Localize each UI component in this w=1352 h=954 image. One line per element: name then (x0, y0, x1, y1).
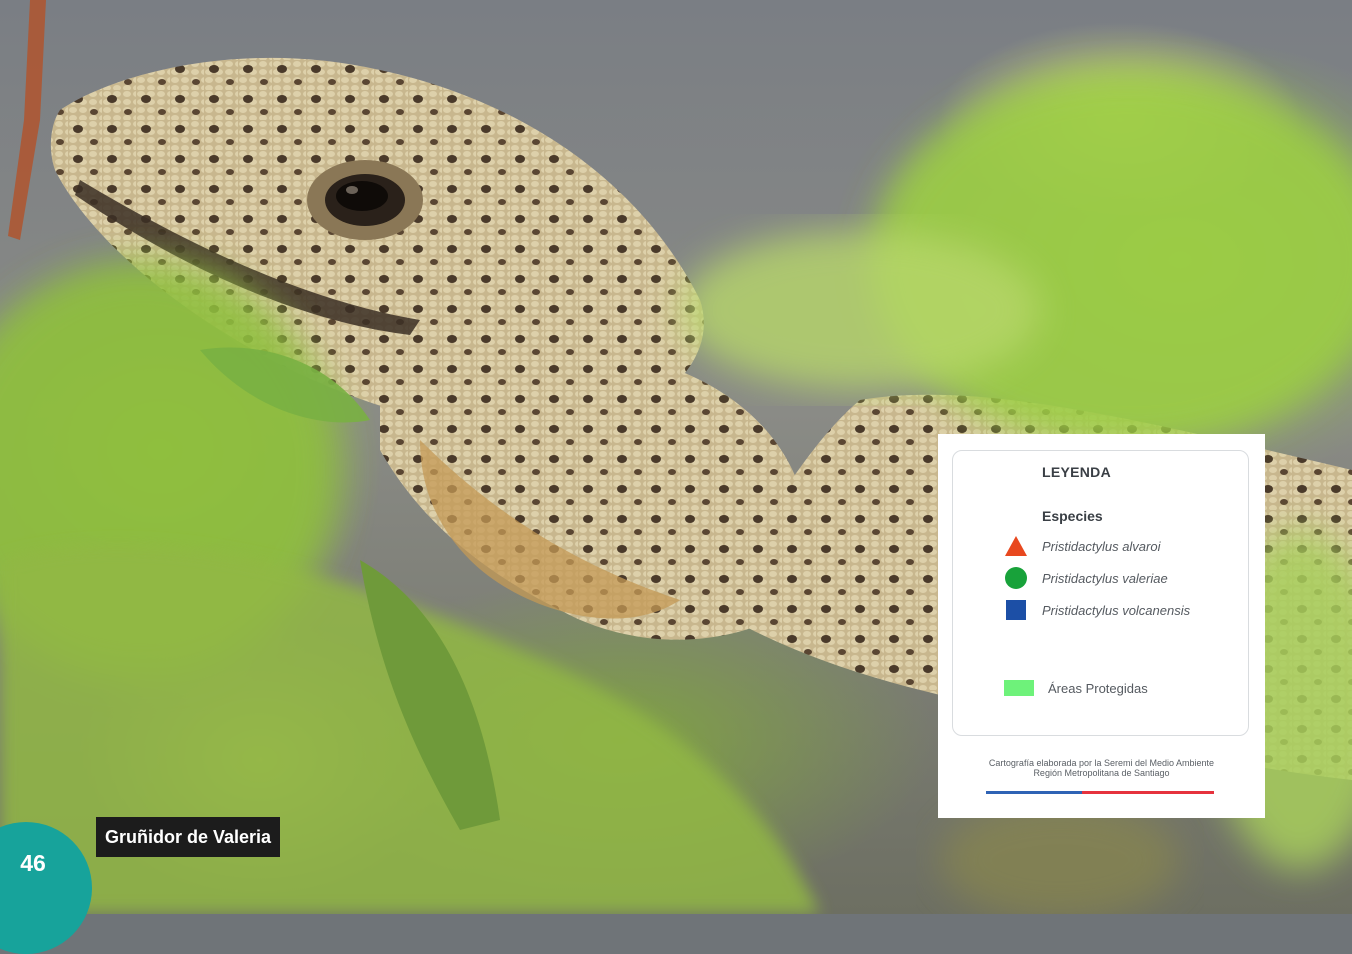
legend-item-alvaroi: Pristidactylus alvaroi (1004, 534, 1161, 558)
map-credit: Cartografía elaborada por la Seremi del … (938, 758, 1265, 778)
legend-item-volcanensis: Pristidactylus volcanensis (1004, 598, 1190, 622)
legend-item-valeriae: Pristidactylus valeriae (1004, 566, 1168, 590)
circle-icon (1004, 566, 1028, 590)
photo-caption: Gruñidor de Valeria (96, 817, 281, 857)
square-icon (1004, 598, 1028, 622)
protected-area-swatch (1004, 680, 1034, 696)
protected-areas-label: Áreas Protegidas (1048, 680, 1148, 696)
legend-item-label: Pristidactylus volcanensis (1042, 602, 1191, 618)
flag-color-bar (986, 791, 1214, 794)
legend-title: LEYENDA (1042, 464, 1111, 480)
credit-line-2: Región Metropolitana de Santiago (1033, 768, 1170, 778)
page-number: 46 (20, 850, 46, 876)
legend-item-protected-areas: Áreas Protegidas (1004, 680, 1148, 696)
triangle-icon (1004, 534, 1028, 558)
legend-item-label: Pristidactylus alvaroi (1042, 538, 1161, 554)
credit-line-1: Cartografía elaborada por la Seremi del … (988, 758, 1215, 768)
map-legend-panel: LEYENDA Especies Pristidactylus alvaroi … (938, 434, 1265, 818)
species-heading: Especies (1042, 508, 1103, 524)
legend-item-label: Pristidactylus valeriae (1042, 570, 1168, 586)
